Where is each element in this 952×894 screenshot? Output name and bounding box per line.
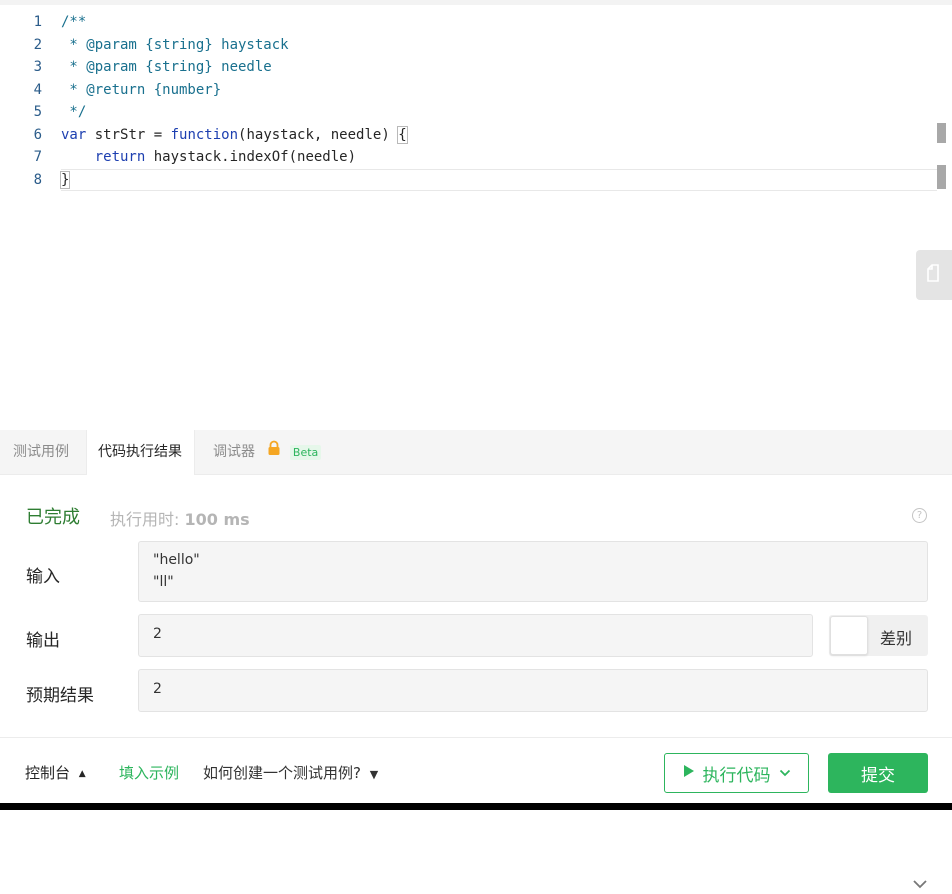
chevron-down-icon <box>779 763 791 783</box>
output-value: 2 <box>153 626 162 642</box>
code-token: { <box>397 125 408 144</box>
console-label: 控制台 <box>25 764 71 782</box>
code-line[interactable]: 1 /** <box>0 11 930 33</box>
code-line[interactable]: 5 */ <box>0 101 930 123</box>
line-number: 3 <box>33 59 42 75</box>
caret-up-icon: ▲ <box>78 768 86 779</box>
copy-icon <box>925 263 943 287</box>
code-token: var <box>61 126 87 143</box>
line-number: 7 <box>33 149 42 165</box>
diff-switch[interactable] <box>830 616 868 655</box>
chevron-down-icon[interactable] <box>912 875 928 894</box>
line-number: 2 <box>33 36 42 53</box>
output-label: 输出 <box>26 631 60 651</box>
code-line[interactable]: 4 * @return {number} <box>0 79 930 101</box>
expected-box: 2 <box>138 669 928 712</box>
diff-label: 差别 <box>880 629 913 648</box>
code-text: /** <box>61 11 86 33</box>
code-text: } <box>59 169 71 191</box>
code-token: haystack.indexOf(needle) <box>145 149 357 165</box>
code-editor[interactable]: 1/** 2 * @param {string} haystack 3 * @par… <box>0 0 952 430</box>
submit-button[interactable]: 提交 <box>828 753 928 793</box>
input-line: "ll" <box>153 574 174 590</box>
code-line[interactable]: 7 return haystack.indexOf(needle) <box>0 146 930 168</box>
code-token: * @return {number} <box>61 81 222 98</box>
how-to-label: 如何创建一个测试用例? <box>203 764 361 782</box>
code-token: * @param {string} needle <box>61 59 272 75</box>
code-token: /** <box>61 14 87 30</box>
code-token: function <box>170 126 239 143</box>
run-code-label: 执行代码 <box>702 765 771 786</box>
code-token: strStr = <box>86 126 171 143</box>
code-line[interactable]: 8} <box>0 169 930 191</box>
copy-button[interactable] <box>916 250 952 300</box>
code-token: * @param {string} haystack <box>61 36 289 53</box>
lock-icon <box>267 430 281 474</box>
code-text: * @param {string} needle <box>61 56 272 78</box>
tab-debugger[interactable]: 调试器 Beta <box>213 430 322 475</box>
run-status: 已完成 <box>26 507 80 528</box>
tab-debugger-label: 调试器 <box>213 444 255 460</box>
code-text: var strStr = function(haystack, needle) … <box>61 124 408 146</box>
code-token: */ <box>61 104 87 120</box>
line-number: 4 <box>33 81 42 98</box>
caret-down-icon: ▼ <box>369 768 379 781</box>
fill-example-link[interactable]: 填入示例 <box>119 762 179 783</box>
code-token: } <box>59 170 71 189</box>
code-text: return haystack.indexOf(needle) <box>61 146 356 168</box>
line-number: 5 <box>33 104 42 120</box>
output-box: 2 <box>138 614 813 657</box>
console-toggle[interactable]: 控制台 ▲ <box>25 762 86 783</box>
line-number: 6 <box>33 126 42 143</box>
code-text: * @param {string} haystack <box>61 34 289 56</box>
diff-toggle[interactable]: 差别 <box>829 615 928 656</box>
line-number: 1 <box>33 14 42 30</box>
code-text: */ <box>61 101 86 123</box>
bottom-panel-tabs: 测试用例 代码执行结果 调试器 Beta <box>0 430 952 889</box>
execution-time-label: 执行用时: <box>110 510 180 529</box>
how-to-testcase-link[interactable]: 如何创建一个测试用例? ▼ <box>203 762 378 783</box>
expected-label: 预期结果 <box>26 686 94 706</box>
beta-badge: Beta <box>289 444 322 460</box>
execution-time-value: 100 ms <box>184 510 250 529</box>
input-label: 输入 <box>26 567 60 587</box>
line-number: 8 <box>33 171 42 188</box>
action-bar: 控制台 ▲ 填入示例 如何创建一个测试用例? ▼ 执行代码 提交 <box>0 737 952 804</box>
expected-value: 2 <box>153 681 162 697</box>
input-box: "hello" "ll" <box>138 541 928 602</box>
play-icon <box>683 763 695 783</box>
window-bottom-edge <box>0 803 952 810</box>
code-line[interactable]: 2 * @param {string} haystack <box>0 34 930 56</box>
code-text: * @return {number} <box>61 79 221 101</box>
tab-result[interactable]: 代码执行结果 <box>86 430 195 475</box>
scrollbar-marker[interactable] <box>937 123 946 143</box>
tab-testcase[interactable]: 测试用例 <box>13 430 69 475</box>
code-line[interactable]: 3 * @param {string} needle <box>0 56 930 78</box>
code-token: return <box>94 149 146 165</box>
execution-time: 执行用时: 100 ms <box>110 506 250 530</box>
run-code-button[interactable]: 执行代码 <box>664 753 809 793</box>
help-icon[interactable]: ? <box>912 508 927 523</box>
scrollbar-marker[interactable] <box>937 165 946 189</box>
code-line[interactable]: 6 var strStr = function(haystack, needle)… <box>0 124 930 146</box>
input-line: "hello" <box>153 552 200 568</box>
code-token: (haystack, needle) <box>238 126 399 143</box>
